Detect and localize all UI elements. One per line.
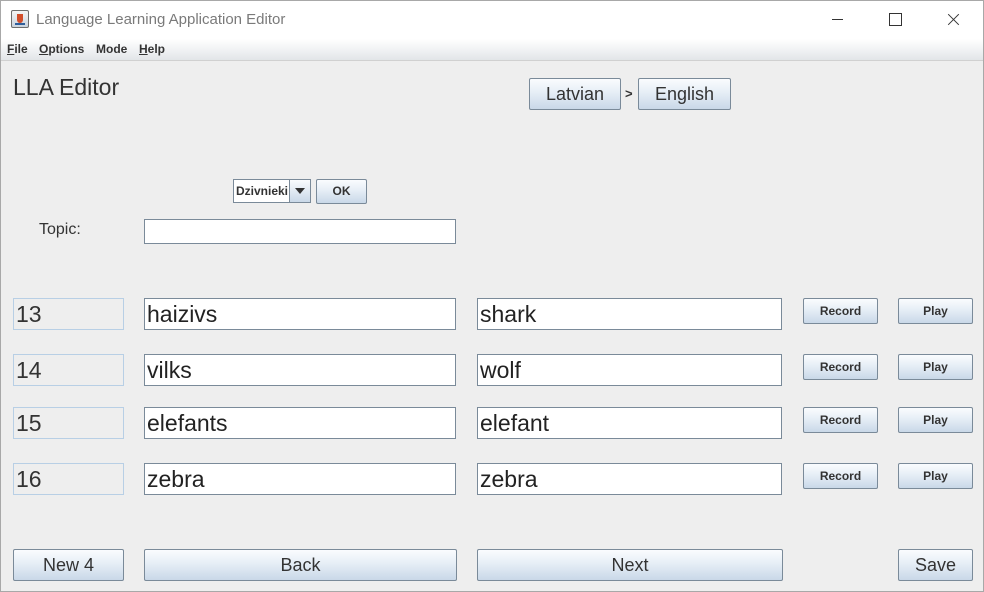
close-button[interactable] [930, 1, 976, 39]
play-button[interactable]: Play [898, 298, 973, 324]
menu-options[interactable]: Options [39, 42, 84, 56]
target-word-input[interactable]: wolf [477, 354, 782, 386]
app-window: Language Learning Application Editor Fil… [0, 0, 984, 592]
java-app-icon [11, 10, 29, 28]
target-word-input[interactable]: shark [477, 298, 782, 330]
target-word-input[interactable]: zebra [477, 463, 782, 495]
source-word-input[interactable]: vilks [144, 354, 456, 386]
save-button[interactable]: Save [898, 549, 973, 581]
topic-ok-button[interactable]: OK [316, 179, 367, 204]
record-button[interactable]: Record [803, 463, 878, 489]
source-word-input[interactable]: elefants [144, 407, 456, 439]
maximize-button[interactable] [872, 1, 918, 39]
back-button[interactable]: Back [144, 549, 457, 581]
row-number: 13 [13, 298, 124, 330]
row-number: 15 [13, 407, 124, 439]
target-language-button[interactable]: English [638, 78, 731, 110]
source-word-input[interactable]: haizivs [144, 298, 456, 330]
record-button[interactable]: Record [803, 407, 878, 433]
topic-input[interactable] [144, 219, 456, 244]
menu-bar: File Options Mode Help [1, 39, 983, 61]
row-number: 14 [13, 354, 124, 386]
topic-dropdown-value: Dzivnieki [236, 184, 289, 198]
page-title: LLA Editor [13, 74, 120, 100]
menu-help[interactable]: Help [139, 42, 165, 56]
source-word-input[interactable]: zebra [144, 463, 456, 495]
source-language-button[interactable]: Latvian [529, 78, 621, 110]
window-title: Language Learning Application Editor [36, 11, 286, 28]
chevron-down-icon[interactable] [289, 180, 310, 202]
record-button[interactable]: Record [803, 354, 878, 380]
menu-mode[interactable]: Mode [96, 42, 127, 56]
row-number: 16 [13, 463, 124, 495]
play-button[interactable]: Play [898, 354, 973, 380]
title-bar: Language Learning Application Editor [1, 1, 983, 39]
record-button[interactable]: Record [803, 298, 878, 324]
menu-file[interactable]: File [7, 42, 28, 56]
target-word-input[interactable]: elefant [477, 407, 782, 439]
new-button[interactable]: New 4 [13, 549, 124, 581]
play-button[interactable]: Play [898, 463, 973, 489]
minimize-button[interactable] [815, 1, 861, 39]
topic-dropdown[interactable]: Dzivnieki [233, 179, 311, 203]
next-button[interactable]: Next [477, 549, 783, 581]
language-direction-separator: > [625, 86, 633, 101]
topic-label: Topic: [39, 221, 81, 238]
play-button[interactable]: Play [898, 407, 973, 433]
